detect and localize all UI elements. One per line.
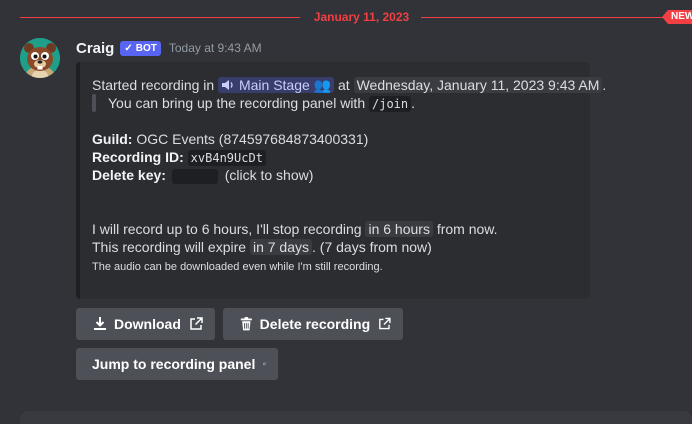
recording-embed: Started recording in Main Stage 👥 at Wed… — [76, 62, 606, 299]
panel-text: You can bring up the recording panel wit… — [108, 95, 366, 111]
username[interactable]: Craig — [76, 40, 114, 57]
quote-bar — [92, 94, 96, 112]
divider-line-right — [421, 17, 671, 18]
record-limit-suffix: from now. — [436, 221, 498, 237]
record-limit-line: I will record up to 6 hours, I'll stop r… — [92, 220, 582, 238]
message-input-bar[interactable] — [20, 411, 692, 424]
download-label: Download — [114, 316, 181, 332]
download-note: The audio can be downloaded even while I… — [92, 261, 383, 273]
expire-time[interactable]: in 7 days — [249, 239, 312, 255]
avatar[interactable] — [20, 38, 60, 78]
recording-id-value: xvB4n9UcDt — [187, 150, 266, 166]
bot-tag-label: BOT — [135, 42, 157, 54]
external-link-icon — [379, 317, 391, 330]
delete-key-spoiler[interactable] — [171, 168, 218, 184]
guild-line: Guild: OGC Events (874597684873400331) — [92, 130, 582, 148]
bot-tag: ✓ BOT — [120, 40, 161, 56]
expire-line: This recording will expire in 7 days. (7… — [92, 238, 582, 256]
delete-key-label: Delete key: — [92, 167, 166, 183]
record-limit-prefix: I will record up to 6 hours, I'll stop r… — [92, 221, 362, 237]
record-limit-time[interactable]: in 6 hours — [365, 221, 433, 237]
join-command: /join — [369, 96, 412, 112]
recording-id-label: Recording ID: — [92, 149, 184, 165]
trash-icon — [240, 317, 252, 331]
at-word: at — [338, 77, 350, 93]
new-messages-badge[interactable]: NEW — [661, 10, 692, 24]
external-link-icon — [263, 362, 266, 366]
speaker-icon — [222, 80, 233, 90]
jump-label: Jump to recording panel — [92, 356, 256, 372]
delete-key-hint: (click to show) — [224, 167, 314, 183]
started-period: . — [602, 77, 607, 93]
guild-value: OGC Events (874597684873400331) — [136, 131, 369, 147]
start-time[interactable]: Wednesday, January 11, 2023 9:43 AM — [353, 77, 603, 93]
download-icon — [94, 317, 106, 330]
date-divider: January 11, 2023 NEW — [20, 9, 692, 27]
started-prefix: Started recording in — [92, 77, 215, 93]
expire-prefix: This recording will expire — [92, 239, 247, 255]
started-line: Started recording in Main Stage 👥 at Wed… — [92, 76, 606, 94]
divider-line-left — [20, 17, 300, 18]
panel-quote: You can bring up the recording panel wit… — [92, 94, 582, 112]
delete-key-line: Delete key: (click to show) — [92, 166, 582, 184]
delete-label: Delete recording — [259, 316, 371, 332]
channel-mention[interactable]: Main Stage 👥 — [218, 77, 335, 93]
delete-recording-button[interactable]: Delete recording — [223, 308, 403, 340]
embed-content: Started recording in Main Stage 👥 at Wed… — [92, 76, 606, 278]
beaver-avatar-icon — [20, 38, 60, 78]
verified-check-icon: ✓ — [124, 42, 133, 54]
channel-emoji: 👥 — [313, 77, 332, 93]
channel-name: Main Stage — [238, 77, 310, 93]
jump-to-panel-button[interactable]: Jump to recording panel — [76, 348, 278, 380]
chat-view: January 11, 2023 NEW Craig ✓ BOT Today a — [0, 0, 692, 424]
expire-suffix: . (7 days from now) — [312, 239, 432, 255]
download-button[interactable]: Download — [76, 308, 215, 340]
message-timestamp[interactable]: Today at 9:43 AM — [169, 41, 262, 55]
divider-date: January 11, 2023 — [313, 10, 410, 24]
recording-id-line: Recording ID: xvB4n9UcDt — [92, 148, 582, 166]
panel-period: . — [411, 95, 416, 111]
external-link-icon — [190, 317, 203, 330]
guild-label: Guild: — [92, 131, 133, 147]
message-header: Craig ✓ BOT Today at 9:43 AM — [76, 38, 262, 58]
